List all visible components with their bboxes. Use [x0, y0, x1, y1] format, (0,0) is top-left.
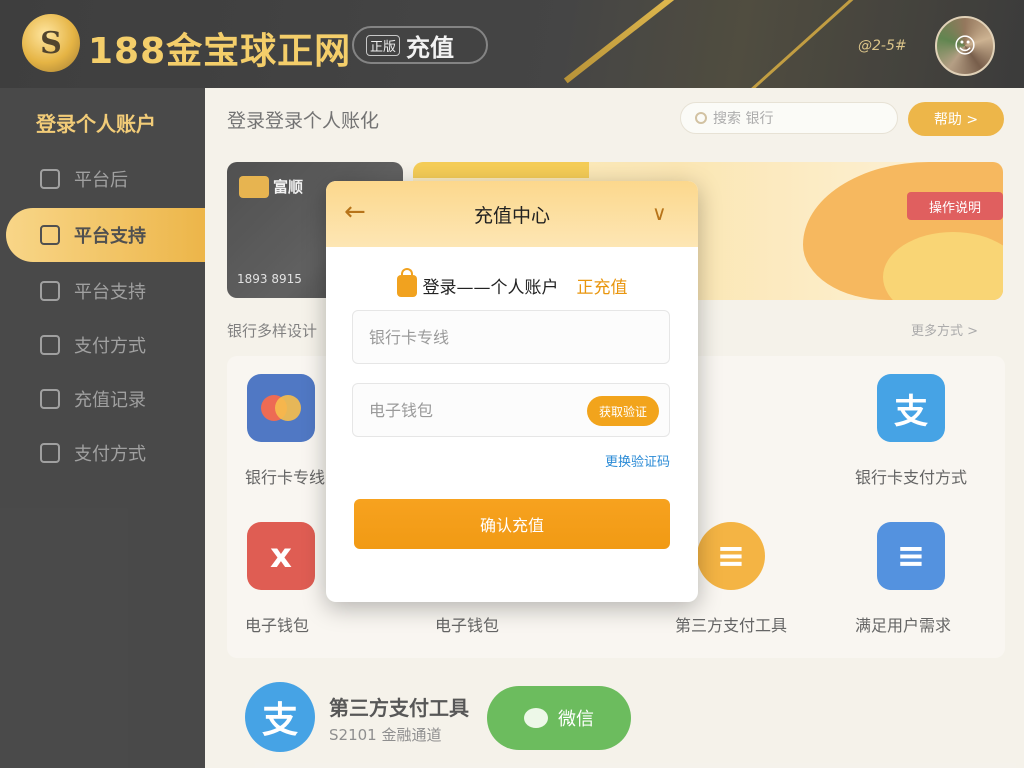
confirm-recharge-button[interactable]: 确认充值: [354, 499, 670, 549]
bank-card-field[interactable]: [352, 310, 670, 364]
get-code-button[interactable]: 获取验证: [587, 396, 659, 426]
ewallet-field[interactable]: 获取验证: [352, 383, 670, 437]
recharge-modal: ← 充值中心 ∨ 登录——个人账户 正充值 获取验证 更换验证码 确认充值: [326, 181, 698, 602]
modal-title: 充值中心: [473, 205, 550, 227]
bank-card-input[interactable]: [369, 327, 569, 347]
modal-subtitle-text: 登录——个人账户: [422, 278, 559, 298]
modal-header: ← 充值中心 ∨: [326, 181, 698, 247]
modal-subtitle: 登录——个人账户 正充值: [326, 267, 698, 298]
change-code-link[interactable]: 更换验证码: [605, 451, 670, 470]
chevron-down-icon[interactable]: ∨: [652, 201, 667, 225]
ewallet-input[interactable]: [369, 400, 569, 420]
modal-subtitle-accent: 正充值: [576, 278, 628, 298]
lock-icon: [396, 267, 417, 297]
